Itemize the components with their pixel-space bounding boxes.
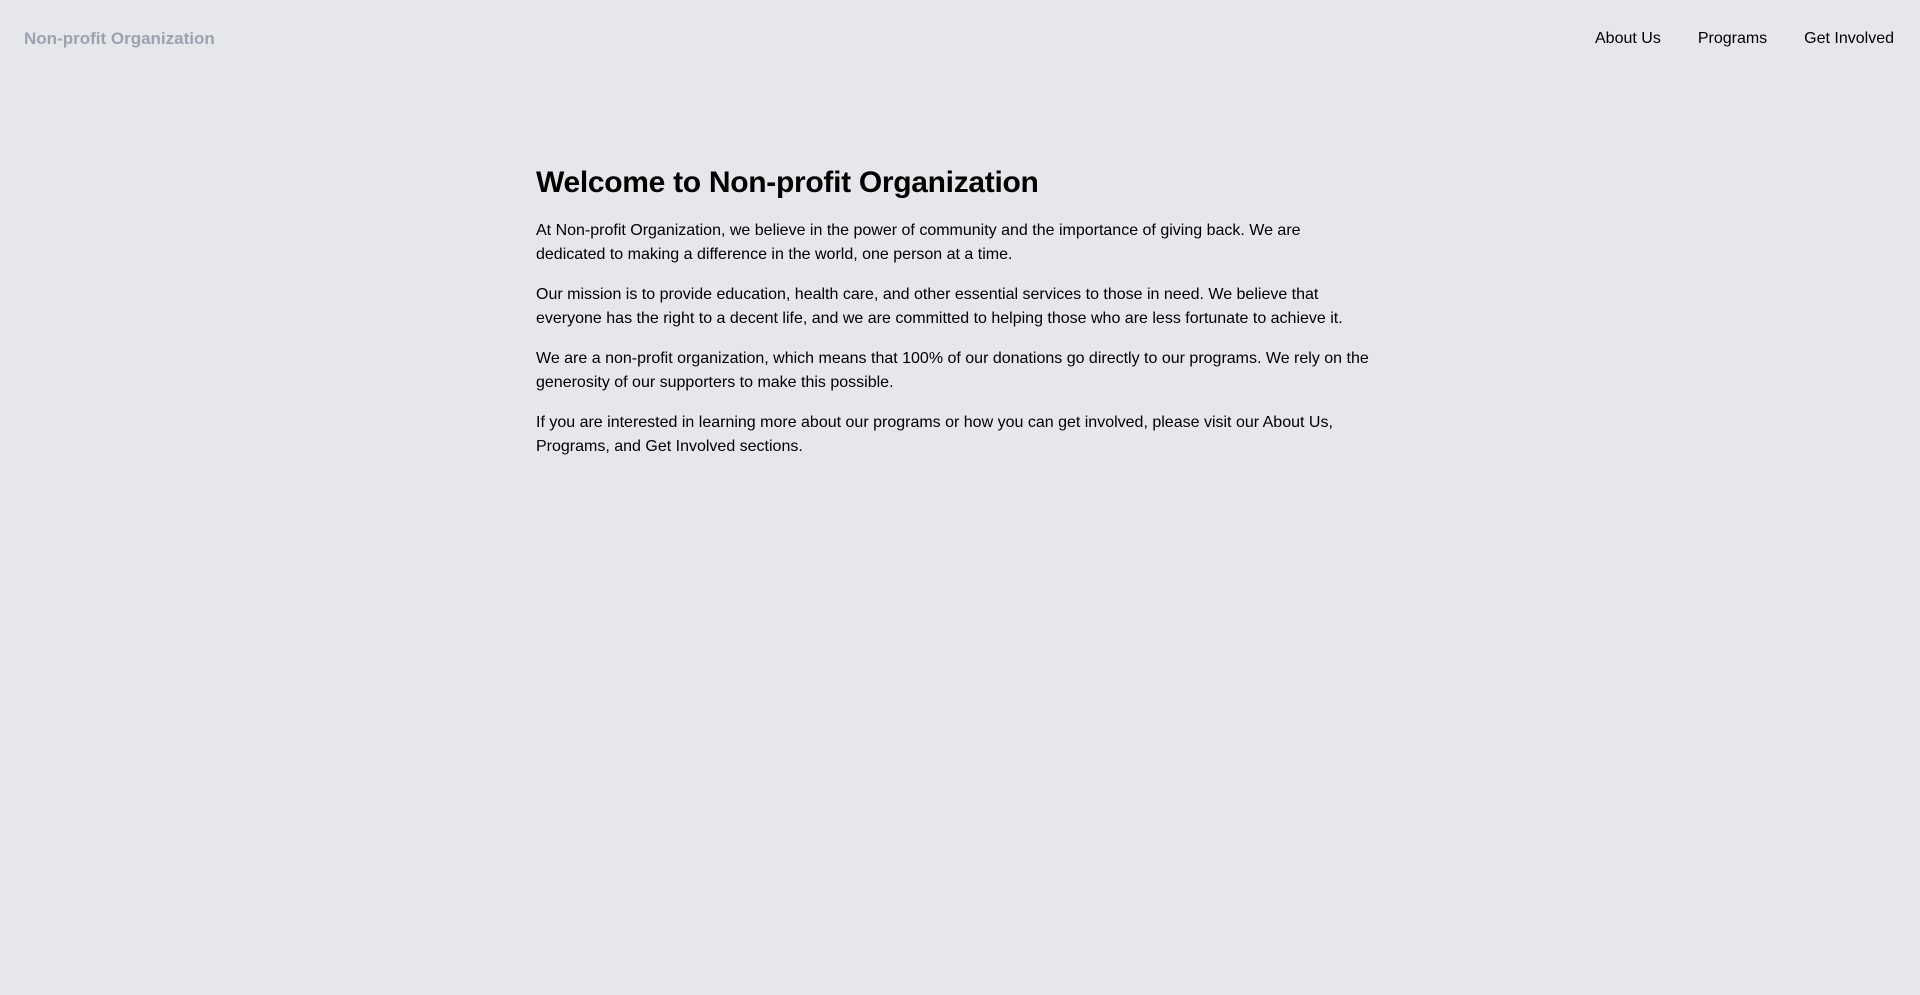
nav-link-get-involved[interactable]: Get Involved bbox=[1804, 30, 1894, 48]
nav-link-programs[interactable]: Programs bbox=[1698, 30, 1767, 48]
donations-paragraph: We are a non-profit organization, which … bbox=[536, 350, 1369, 391]
get-involved-paragraph: If you are interested in learning more a… bbox=[536, 414, 1333, 455]
brand-logo-link[interactable]: Non-profit Organization bbox=[24, 29, 215, 49]
mission-paragraph: Our mission is to provide education, hea… bbox=[536, 286, 1343, 327]
page-title: Welcome to Non-profit Organization bbox=[536, 166, 1039, 199]
site-header: Non-profit Organization About Us Program… bbox=[0, 0, 1920, 77]
main-nav: About Us Programs Get Involved bbox=[1595, 30, 1896, 48]
intro-paragraph: At Non-profit Organization, we believe i… bbox=[536, 222, 1301, 263]
main-content: Welcome to Non-profit Organization At No… bbox=[536, 163, 1372, 475]
nav-link-about-us[interactable]: About Us bbox=[1595, 30, 1661, 48]
